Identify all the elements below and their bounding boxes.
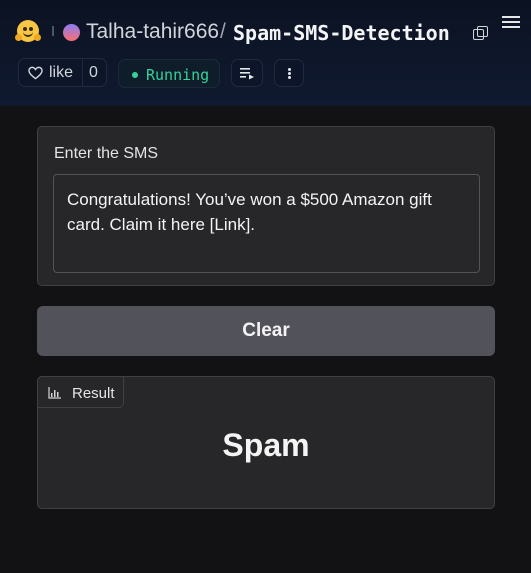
copy-icon[interactable] <box>473 26 488 40</box>
bar-chart-icon <box>48 387 61 399</box>
like-label: like <box>49 64 74 81</box>
status-badge[interactable]: Running <box>118 59 220 88</box>
status-text: Running <box>146 66 210 84</box>
playlist-icon <box>240 68 254 80</box>
playlist-button[interactable] <box>231 59 263 87</box>
result-label-tag: Result <box>37 376 124 408</box>
like-count[interactable]: 0 <box>89 64 98 82</box>
owner-avatar[interactable] <box>63 24 80 41</box>
heart-icon <box>28 66 43 80</box>
app-container: Enter the SMS Congratulations! You’ve wo… <box>0 106 531 573</box>
result-block: Result Spam <box>37 376 495 509</box>
header-separator <box>52 26 54 36</box>
space-header: Talha-tahir666 / Spam-SMS-Detection like… <box>0 0 531 106</box>
like-button[interactable]: like 0 <box>18 58 107 87</box>
sms-input[interactable]: Congratulations! You’ve won a $500 Amazo… <box>53 174 480 273</box>
clear-button[interactable]: Clear <box>37 306 495 356</box>
hugging-face-logo-icon[interactable] <box>15 20 41 42</box>
more-options-button[interactable] <box>274 59 304 87</box>
hamburger-menu-icon[interactable] <box>502 14 522 30</box>
sms-input-block: Enter the SMS Congratulations! You’ve wo… <box>37 126 495 286</box>
result-label: Result <box>72 385 115 402</box>
input-label: Enter the SMS <box>54 145 159 162</box>
owner-link[interactable]: Talha-tahir666 <box>86 20 219 44</box>
result-value: Spam <box>222 427 310 463</box>
path-slash: / <box>220 20 226 43</box>
status-dot-icon <box>132 72 138 78</box>
repo-title-link[interactable]: Spam-SMS-Detection <box>233 21 450 45</box>
like-divider <box>82 59 83 86</box>
